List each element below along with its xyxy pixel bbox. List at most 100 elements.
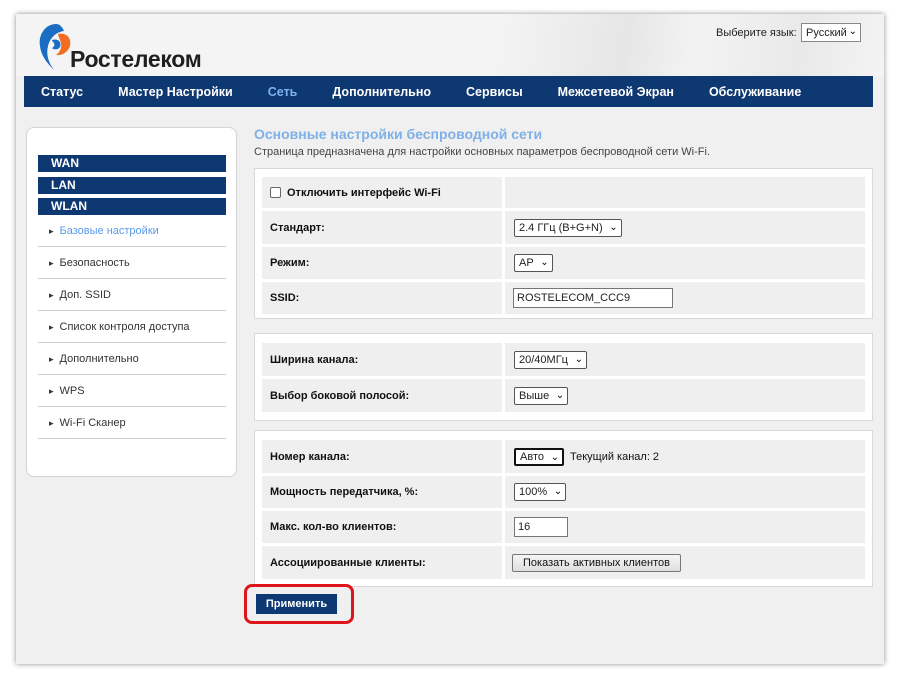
disable-wifi-label: Отключить интерфейс Wi-Fi [287,186,441,199]
show-active-clients-button[interactable]: Показать активных клиентов [512,553,682,572]
chevron-down-icon: ⌄ [540,257,549,268]
channel-select[interactable]: Авто ⌄ [514,447,564,466]
tx-power-value: 100% [519,486,548,498]
sidebar-item-label: Доп. SSID [59,289,111,301]
sidebar-item-wps[interactable]: ▸ WPS [38,376,226,407]
page-description: Страница предназначена для настройки осн… [254,146,710,158]
triangle-bullet-icon: ▸ [49,258,54,268]
chevron-down-icon: ⌄ [550,451,559,463]
channel-width-label: Ширина канала: [262,343,502,376]
tx-power-select[interactable]: 100% ⌄ [514,483,567,501]
sideband-value: Выше [519,389,550,402]
sidebar-item-advanced[interactable]: ▸ Дополнительно [38,344,226,375]
sidebar-item-label: WPS [59,385,85,397]
form-row-channel-width: Ширина канала: 20/40МГц ⌄ [262,343,865,376]
sidebar: WAN LAN WLAN ▸ Базовые настройки ▸ Безопас… [26,127,237,477]
sidebar-group-wan[interactable]: WAN [38,155,226,172]
channel-width-select[interactable]: 20/40МГц ⌄ [514,350,587,369]
sidebar-item-label: Дополнительно [59,353,139,365]
assoc-clients-label: Ассоциированные клиенты: [262,546,502,579]
panel-channel: Номер канала: Авто ⌄ Текущий канал: 2 Мо… [254,430,873,587]
channel-width-value: 20/40МГц [519,353,568,366]
triangle-bullet-icon: ▸ [49,290,54,300]
form-row-tx-power: Мощность передатчика, %: 100% ⌄ [262,476,865,508]
sidebar-item-wifi-scanner[interactable]: ▸ Wi-Fi Сканер [38,408,226,439]
router-window: Ростелеком Выберите язык: Русский ⌄ Стат… [16,14,884,664]
max-clients-input[interactable]: 16 [514,517,568,537]
standard-select[interactable]: 2.4 ГГц (B+G+N) ⌄ [514,218,622,237]
max-clients-cell: 16 [505,511,865,543]
form-row-mode: Режим: AP ⌄ [262,247,865,279]
standard-value: 2.4 ГГц (B+G+N) [519,221,603,234]
form-row-ssid: SSID: ROSTELECOM_CCC9 [262,282,865,314]
nav-status[interactable]: Статус [41,85,83,99]
chevron-down-icon: ⌄ [553,486,563,497]
disable-wifi-checkbox[interactable] [270,187,281,198]
triangle-bullet-icon: ▸ [49,418,54,428]
form-row-assoc-clients: Ассоциированные клиенты: Показать активн… [262,546,865,579]
assoc-clients-cell: Показать активных клиентов [505,546,865,579]
sidebar-item-label: Список контроля доступа [59,321,190,333]
panel-basic: Отключить интерфейс Wi-Fi Стандарт: 2.4 … [254,168,873,319]
mode-cell: AP ⌄ [505,247,865,279]
rostelecom-logo: Ростелеком [36,20,216,72]
standard-label: Стандарт: [262,211,502,244]
mode-value: AP [519,257,534,269]
sidebar-group-wlan[interactable]: WLAN [38,198,226,215]
panel-channel-width: Ширина канала: 20/40МГц ⌄ Выбор боковой … [254,333,873,421]
form-row-channel: Номер канала: Авто ⌄ Текущий канал: 2 [262,440,865,473]
chevron-down-icon: ⌄ [555,389,565,401]
sidebar-item-label: Базовые настройки [59,225,159,237]
form-row-standard: Стандарт: 2.4 ГГц (B+G+N) ⌄ [262,211,865,244]
channel-cell: Авто ⌄ Текущий канал: 2 [505,440,865,473]
top-navigation: Статус Мастер Настройки Сеть Дополнитель… [24,76,873,107]
language-label: Выберите язык: [716,27,797,39]
channel-value: Авто [520,450,544,463]
triangle-bullet-icon: ▸ [49,322,54,332]
chevron-down-icon: ⌄ [609,221,618,233]
nav-maintenance[interactable]: Обслуживание [709,85,801,99]
sidebar-item-acl[interactable]: ▸ Список контроля доступа [38,312,226,343]
chevron-down-icon: ⌄ [848,26,857,37]
sideband-select[interactable]: Выше ⌄ [514,386,569,405]
disable-wifi-cell: Отключить интерфейс Wi-Fi [262,177,502,208]
sidebar-item-label: Wi-Fi Сканер [59,417,126,429]
language-value: Русский [806,26,847,39]
mode-label: Режим: [262,247,502,279]
channel-label: Номер канала: [262,440,502,473]
nav-wizard[interactable]: Мастер Настройки [118,85,233,99]
ssid-label: SSID: [262,282,502,314]
triangle-bullet-icon: ▸ [49,226,54,236]
tx-power-label: Мощность передатчика, %: [262,476,502,508]
sideband-cell: Выше ⌄ [505,379,865,412]
ssid-input[interactable]: ROSTELECOM_CCC9 [513,288,673,308]
form-row-sideband: Выбор боковой полосой: Выше ⌄ [262,379,865,412]
chevron-down-icon: ⌄ [574,353,583,365]
tx-power-cell: 100% ⌄ [505,476,865,508]
sidebar-item-security[interactable]: ▸ Безопасность [38,248,226,279]
sidebar-item-extra-ssid[interactable]: ▸ Доп. SSID [38,280,226,311]
form-row-max-clients: Макс. кол-во клиентов: 16 [262,511,865,543]
brand-name: Ростелеком [70,46,202,72]
sideband-label: Выбор боковой полосой: [262,379,502,412]
triangle-bullet-icon: ▸ [49,354,54,364]
highlight-annotation [244,584,354,624]
mode-select[interactable]: AP ⌄ [514,254,553,272]
triangle-bullet-icon: ▸ [49,386,54,396]
nav-services[interactable]: Сервисы [466,85,523,99]
nav-advanced[interactable]: Дополнительно [332,85,431,99]
page-title: Основные настройки беспроводной сети [254,126,543,142]
max-clients-label: Макс. кол-во клиентов: [262,511,502,543]
empty-cell [505,177,865,208]
form-row-disable-wifi: Отключить интерфейс Wi-Fi [262,177,865,208]
channel-width-cell: 20/40МГц ⌄ [505,343,865,376]
standard-cell: 2.4 ГГц (B+G+N) ⌄ [505,211,865,244]
sidebar-item-label: Безопасность [59,257,130,269]
current-channel-text: Текущий канал: 2 [569,450,660,463]
sidebar-group-lan[interactable]: LAN [38,177,226,194]
language-select[interactable]: Русский ⌄ [801,23,861,42]
nav-firewall[interactable]: Межсетевой Экран [558,85,674,99]
ssid-cell: ROSTELECOM_CCC9 [505,282,865,314]
sidebar-item-basic[interactable]: ▸ Базовые настройки [38,216,226,247]
nav-network[interactable]: Сеть [268,85,298,99]
